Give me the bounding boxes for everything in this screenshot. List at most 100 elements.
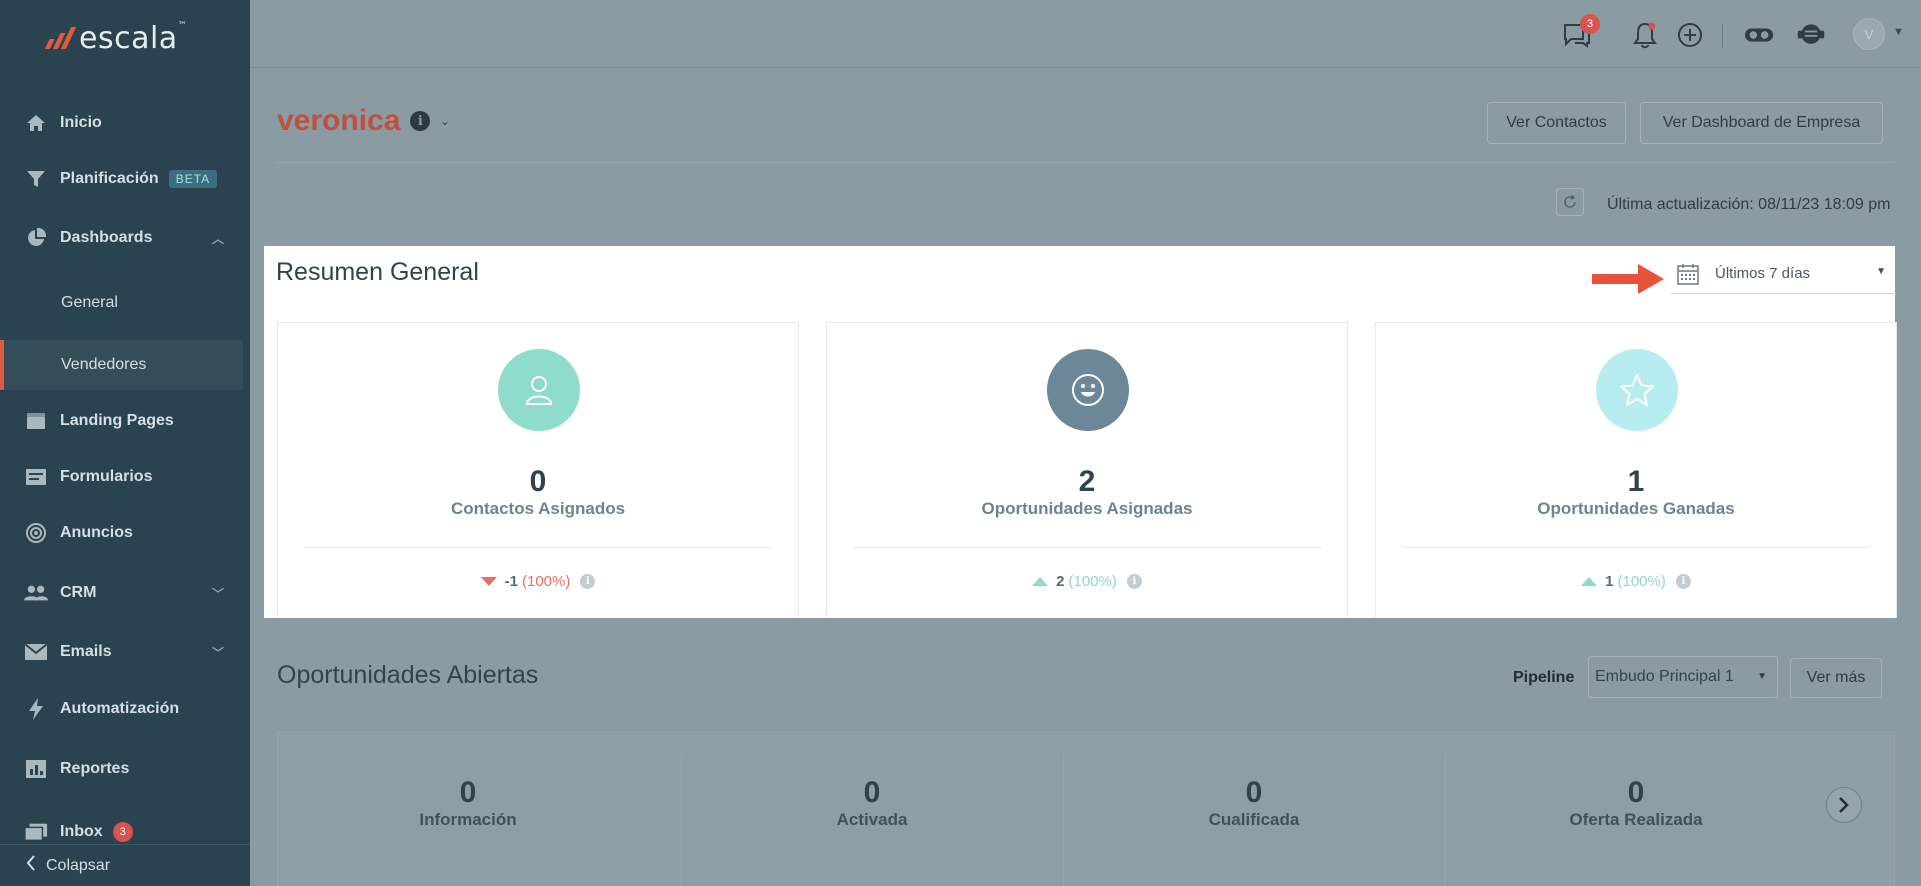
open-opportunities-title: Oportunidades Abiertas [277,661,539,689]
megaphone-icon [24,523,48,543]
avatar-initial: V [1864,26,1874,42]
brand-name: escala [79,20,178,56]
people-icon [24,583,48,603]
card-delta: -1 (100%) i [278,573,798,590]
sidebar-item-label: Inicio [60,114,102,131]
logo-mark-icon [44,27,77,49]
refresh-icon[interactable] [1556,188,1584,216]
card-value: 2 [1078,465,1096,498]
sidebar-item-crm[interactable]: CRM ﹀ [0,571,250,615]
support-chat-icon[interactable] [1796,20,1826,50]
card-divider [1402,547,1870,548]
last-update-text: Última actualización: 08/11/23 18:09 pm [1607,196,1891,213]
delta-percent: (100%) [1068,573,1117,590]
stage-label: Oferta Realizada [1569,810,1703,829]
sidebar-subitem-vendedores[interactable]: Vendedores [0,340,243,390]
sidebar-item-label: Automatización [60,700,180,717]
sidebar-item-dashboards[interactable]: Dashboards ︿ [0,216,250,260]
stage-value: 0 [459,776,477,809]
sidebar-item-anuncios[interactable]: Anuncios [0,511,250,555]
summary-card-won-opportunities: 1 Oportunidades Ganadas 1 (100%) i [1375,322,1897,618]
summary-card-assigned-opportunities: 2 Oportunidades Asignadas 2 (100%) i [826,322,1348,618]
view-company-dashboard-button[interactable]: Ver Dashboard de Empresa [1640,102,1883,144]
card-delta: 2 (100%) i [827,573,1347,590]
info-icon[interactable]: i [410,111,431,131]
sidebar-item-formularios[interactable]: Formularios [0,455,250,499]
chevron-right-icon[interactable] [1826,787,1862,823]
trend-down-icon [480,577,497,586]
stage-item[interactable]: 0 Información [278,776,658,830]
landing-page-icon [24,411,48,431]
sidebar-item-label: Reportes [60,760,130,777]
sidebar: escala™ Inicio Planificación BETA Dashbo… [0,0,250,886]
caret-down-icon: ▼ [1757,671,1767,682]
stage-item[interactable]: 0 Cualificada [1064,776,1444,830]
pie-chart-icon [24,228,48,248]
chevron-down-icon[interactable]: ⌄ [440,115,449,128]
collapse-sidebar-button[interactable]: Colapsar [0,844,250,886]
form-icon [24,467,48,487]
sidebar-item-label: CRM [60,584,97,601]
header-divider [277,162,1895,163]
date-range-select[interactable]: Últimos 7 días ▼ [1671,254,1896,294]
stage-label: Activada [836,810,908,829]
sidebar-subitem-label: Vendedores [61,356,147,373]
sidebar-item-label: Dashboards [60,229,153,246]
chat-badge: 3 [1580,14,1600,34]
sidebar-item-planificacion[interactable]: Planificación BETA [0,157,250,201]
card-label: Oportunidades Ganadas [1537,499,1735,518]
lightning-icon [24,698,48,720]
stage-value: 0 [863,776,881,809]
person-icon [498,349,580,431]
sidebar-item-inicio[interactable]: Inicio [0,101,250,145]
sidebar-item-label: Inbox [60,823,103,840]
sidebar-item-landing-pages[interactable]: Landing Pages [0,399,250,443]
pipeline-select[interactable]: Embudo Principal 1 ▼ [1588,656,1778,698]
sidebar-item-automatizacion[interactable]: Automatización [0,687,250,731]
incognito-icon[interactable] [1744,20,1774,50]
avatar[interactable]: V [1853,18,1885,50]
chat-icon[interactable]: 3 [1562,14,1600,50]
report-icon [24,759,48,779]
chevron-up-icon: ︿ [211,231,224,246]
card-label: Oportunidades Asignadas [981,499,1193,518]
brand-trademark: ™ [177,20,188,31]
sidebar-item-label: Emails [60,643,112,660]
home-icon [24,113,48,133]
delta-percent: (100%) [521,573,571,590]
inbox-count-badge: 3 [112,822,133,842]
info-icon[interactable]: i [1675,574,1691,589]
sidebar-item-emails[interactable]: Emails ﹀ [0,630,250,674]
card-value: 0 [529,465,547,498]
summary-card-contacts: 0 Contactos Asignados -1 (100%) i [277,322,799,618]
sidebar-subitem-label: General [61,294,118,311]
user-title: veronica i ⌄ [277,104,450,138]
view-more-button[interactable]: Ver más [1790,658,1882,698]
sidebar-item-reportes[interactable]: Reportes [0,747,250,791]
summary-title: Resumen General [276,258,479,286]
calendar-icon [1677,263,1701,285]
info-icon[interactable]: i [1126,574,1142,589]
pipeline-stages: 0 Información 0 Activada 0 Cualificada 0… [277,731,1895,886]
sidebar-item-label: Formularios [60,468,153,485]
stage-label: Información [419,810,517,829]
stage-item[interactable]: 0 Oferta Realizada [1446,776,1826,830]
delta-value: -1 [504,573,518,590]
stage-label: Cualificada [1208,810,1300,829]
notifications-bell-icon[interactable] [1630,20,1660,50]
stage-value: 0 [1245,776,1263,809]
add-circle-icon[interactable] [1675,20,1705,50]
pipeline-label: Pipeline [1513,669,1575,686]
delta-value: 2 [1056,573,1065,590]
stage-item[interactable]: 0 Activada [682,776,1062,830]
view-contacts-button[interactable]: Ver Contactos [1487,102,1626,144]
top-bar: 3 V ▼ [250,0,1921,68]
card-divider [304,547,772,548]
chevron-down-icon[interactable]: ▼ [1893,26,1904,38]
info-icon[interactable]: i [580,574,596,589]
beta-badge: BETA [168,170,218,188]
card-label: Contactos Asignados [450,499,626,518]
arrow-right-icon [1592,264,1664,299]
brand-logo[interactable]: escala™ [0,0,250,76]
sidebar-subitem-general[interactable]: General [0,278,250,328]
